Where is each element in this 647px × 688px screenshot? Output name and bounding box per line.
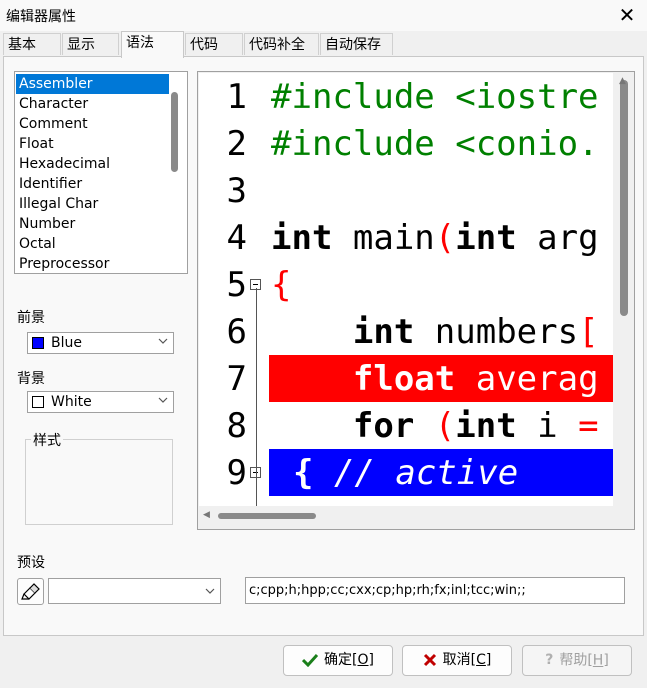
tab-syntax[interactable]: 语法 [121, 31, 184, 58]
list-item[interactable]: Illegal Char [16, 194, 169, 214]
tab-strip: 基本 显示 语法 代码 代码补全 自动保存 [0, 31, 647, 58]
list-item[interactable]: Octal [16, 234, 169, 254]
list-item[interactable]: Assembler [16, 74, 169, 94]
background-label: 背景 [17, 371, 45, 387]
list-item[interactable]: Float [16, 134, 169, 154]
line-number: 8 [226, 406, 247, 446]
list-item[interactable]: Comment [16, 114, 169, 134]
line-number: 2 [226, 124, 247, 164]
line-number: 1 [226, 77, 247, 117]
line-number: 3 [226, 171, 247, 211]
close-button[interactable]: ✕ [612, 2, 642, 28]
line-number: 7 [226, 359, 247, 399]
preset-apply-button[interactable] [17, 578, 44, 605]
background-swatch [32, 396, 44, 408]
chevron-down-icon [158, 397, 168, 403]
token-type-list[interactable]: Assembler Character Comment Float Hexade… [14, 71, 188, 274]
foreground-value: Blue [51, 335, 82, 351]
code-line: float averag [352, 359, 599, 399]
tab-display[interactable]: 显示 [62, 33, 119, 55]
help-icon: ? [545, 652, 554, 668]
cross-icon [423, 653, 436, 667]
foreground-label: 前景 [17, 310, 45, 326]
title-bar [0, 0, 647, 31]
tab-basic[interactable]: 基本 [3, 33, 61, 55]
style-group [25, 439, 173, 525]
chevron-down-icon [205, 588, 215, 594]
list-item[interactable]: Preprocessor [16, 254, 169, 273]
line-number: 4 [226, 218, 247, 258]
background-value: White [51, 394, 92, 410]
foreground-select[interactable]: Blue [27, 332, 174, 354]
scroll-left-icon[interactable]: ◀ [203, 510, 210, 520]
list-item[interactable]: Identifier [16, 174, 169, 194]
fold-guide [256, 288, 257, 506]
list-scrollbar-thumb[interactable] [171, 92, 178, 172]
chevron-down-icon [158, 338, 168, 344]
line-number: 5 [226, 265, 247, 305]
code-preview-area[interactable]: 1 2 3 4 5 6 7 8 9 #include <iostre #incl… [199, 73, 613, 506]
background-select[interactable]: White [27, 391, 174, 413]
tab-autosave[interactable]: 自动保存 [320, 33, 393, 55]
code-line: #include <conio. [271, 124, 599, 164]
ok-button[interactable]: 确定[O] [283, 645, 393, 676]
check-icon [302, 653, 319, 667]
brush-icon [21, 583, 40, 600]
code-line: #include <iostre [271, 77, 599, 117]
file-extensions-field[interactable]: c;cpp;h;hpp;cc;cxx;cp;hp;rh;fx;inl;tcc;w… [245, 577, 625, 604]
list-item[interactable]: Character [16, 94, 169, 114]
presets-label: 预设 [17, 555, 45, 571]
style-group-label: 样式 [31, 430, 63, 450]
tab-code-completion[interactable]: 代码补全 [244, 33, 319, 55]
code-line: int numbers[ [352, 312, 599, 352]
preset-select[interactable] [48, 578, 221, 604]
cancel-button[interactable]: 取消[C] [402, 645, 512, 676]
list-item[interactable]: Hexadecimal [16, 154, 169, 174]
tab-code[interactable]: 代码 [185, 33, 243, 55]
code-line: for (int i = [352, 406, 599, 446]
editor-hscroll-thumb[interactable] [218, 513, 316, 519]
list-item[interactable]: Number [16, 214, 169, 234]
window-title: 编辑器属性 [6, 9, 76, 25]
editor-vscroll-thumb[interactable] [620, 80, 628, 316]
line-number: 6 [226, 312, 247, 352]
line-number: 9 [226, 453, 247, 493]
code-line: { // active [293, 453, 519, 493]
code-line: int main(int arg [271, 218, 599, 258]
close-icon: ✕ [618, 3, 636, 27]
code-line: { [271, 265, 292, 305]
scroll-up-icon[interactable]: ▲ [619, 76, 626, 86]
foreground-swatch [32, 337, 44, 349]
help-button[interactable]: ? 帮助[H] [522, 645, 632, 676]
